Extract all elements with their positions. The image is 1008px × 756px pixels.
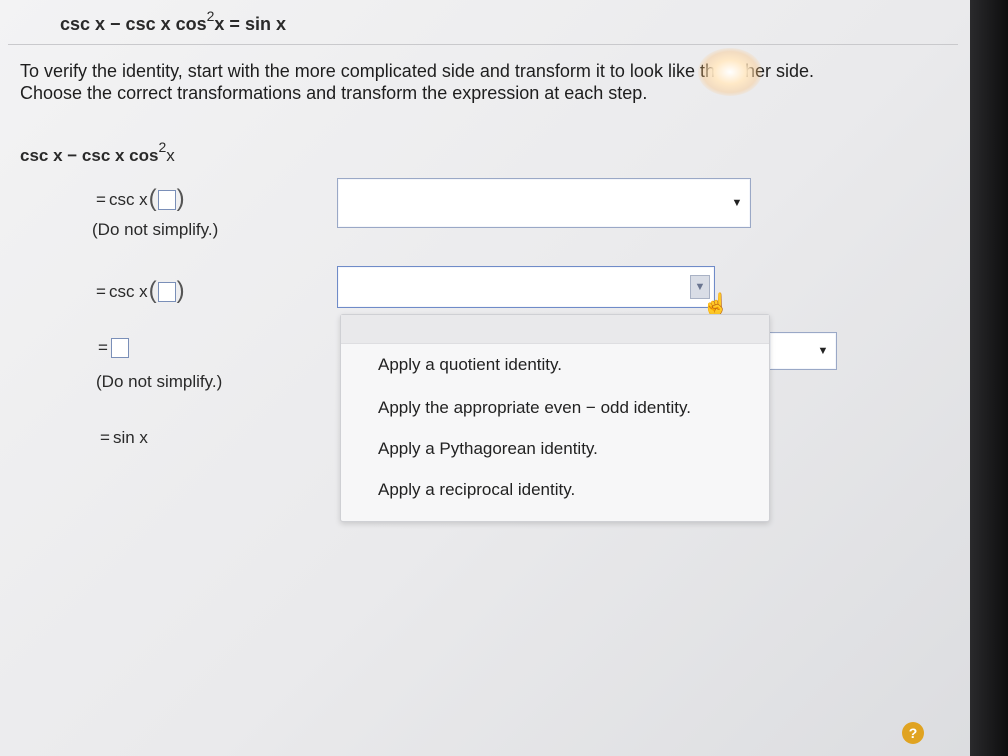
monitor-bezel (970, 0, 1008, 756)
step-3-dropdown-arrow-icon[interactable]: ▼ (814, 340, 832, 362)
step-1-note: (Do not simplify.) (92, 220, 219, 239)
instructions-line-1: To verify the identity, start with the m… (20, 61, 815, 81)
step-3-note: (Do not simplify.) (96, 372, 223, 391)
start-expression-exponent: 2 (158, 139, 167, 155)
step-1-answer-box[interactable] (157, 190, 176, 210)
step-2-reason-select[interactable]: ▼ (337, 266, 715, 308)
help-icon[interactable]: ? (902, 722, 924, 744)
step-2-close-paren: ) (176, 277, 185, 304)
step-1: = csc x ( ) (96, 185, 186, 214)
start-expression-part1: csc x − csc x cos (20, 146, 159, 165)
step-1-equals: = (96, 190, 106, 209)
step-2: = csc x ( ) (96, 277, 186, 306)
step-2-equals: = (96, 282, 106, 301)
step-2-open-paren: ( (148, 277, 157, 304)
dropdown-blank-option[interactable] (341, 315, 769, 344)
step-3-answer-box[interactable] (110, 338, 129, 358)
step-4-equals: = (100, 428, 110, 447)
step-2-answer-box[interactable] (157, 282, 176, 302)
step-3: = (98, 338, 129, 358)
header-divider (8, 44, 958, 45)
screen: csc x − csc x cos2x = sin x To verify th… (0, 0, 970, 756)
dropdown-option-pythagorean[interactable]: Apply a Pythagorean identity. (378, 439, 598, 459)
step-2-function: csc x (108, 282, 148, 301)
dropdown-option-even-odd[interactable]: Apply the appropriate even − odd identit… (378, 398, 691, 418)
step-4: = sin x (100, 428, 148, 448)
problem-lhs-part2: x = sin x (214, 14, 286, 34)
step-3-reason-select[interactable]: ▼ (770, 332, 837, 370)
step-1-open-paren: ( (148, 185, 157, 212)
problem-lhs-part1: csc x − csc x cos (60, 14, 207, 34)
dropdown-option-quotient[interactable]: Apply a quotient identity. (378, 355, 562, 375)
problem-statement: csc x − csc x cos2x = sin x (60, 8, 286, 35)
step-3-equals: = (98, 338, 108, 357)
dropdown-option-reciprocal[interactable]: Apply a reciprocal identity. (378, 480, 575, 500)
step-1-close-paren: ) (176, 185, 185, 212)
start-expression-part2: x (166, 146, 175, 165)
problem-exponent: 2 (206, 8, 215, 24)
step-4-function: sin x (112, 428, 148, 447)
step-1-function: csc x (108, 190, 148, 209)
screen-glare (698, 48, 762, 96)
start-expression: csc x − csc x cos2x (20, 139, 175, 166)
instructions-line-2: Choose the correct transformations and t… (20, 83, 648, 103)
step-1-dropdown-arrow-icon[interactable]: ▼ (728, 192, 746, 214)
reason-dropdown-list: Apply a quotient identity. Apply the app… (340, 314, 770, 522)
step-1-reason-select[interactable]: ▼ (337, 178, 751, 228)
instructions: To verify the identity, start with the m… (20, 60, 950, 104)
